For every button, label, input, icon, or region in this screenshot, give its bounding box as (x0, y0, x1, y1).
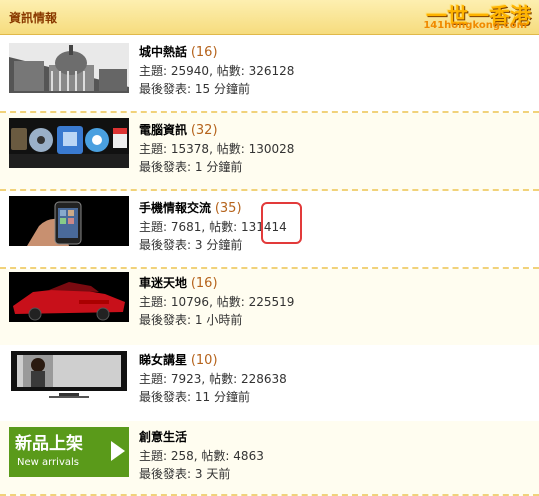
new-post-count: (10) (190, 353, 218, 368)
forum-thumbnail[interactable] (9, 349, 129, 399)
last-post-label: 最後發表: (139, 467, 192, 481)
topics-value: 7681 (170, 220, 202, 234)
last-post-time[interactable]: 1 小時前 (195, 313, 242, 327)
new-post-count: (16) (190, 45, 218, 60)
forum-info: 創意生活 主題: 258, 帖數: 4863 最後發表: 3 天前 (139, 430, 264, 481)
posts-value: 228638 (240, 372, 287, 386)
posts-label: 帖數: (216, 295, 245, 309)
new-arrivals-banner[interactable]: 新品上架 New arrivals (9, 427, 129, 477)
forum-thumbnail[interactable] (9, 118, 129, 168)
red-car-photo-icon (9, 272, 129, 322)
forum-row: 電腦資訊 (32) 主題: 15378, 帖數: 130028 最後發表: 1 … (0, 113, 539, 191)
logo-url: 141hongkong.com (423, 20, 527, 31)
forum-name-link[interactable]: 電腦資訊 (139, 123, 187, 137)
last-post-time[interactable]: 1 分鐘前 (195, 160, 242, 174)
topics-label: 主題: (139, 220, 168, 234)
forum-thumbnail[interactable] (9, 43, 129, 93)
posts-value: 225519 (248, 295, 295, 309)
last-post-time[interactable]: 3 分鐘前 (195, 238, 242, 252)
last-post-time[interactable]: 11 分鐘前 (195, 390, 250, 404)
site-logo[interactable]: 一世一香港 141hongkong.com (405, 2, 531, 32)
forum-row: 城中熱話 (16) 主題: 25940, 帖數: 326128 最後發表: 15… (0, 35, 539, 113)
forum-name-link[interactable]: 睇女講星 (139, 353, 187, 367)
forum-thumbnail[interactable] (9, 196, 129, 246)
last-post-label: 最後發表: (139, 313, 192, 327)
posts-label: 帖數: (201, 449, 230, 463)
posts-value: 4863 (233, 449, 264, 463)
forum-name-link[interactable]: 車迷天地 (139, 276, 187, 290)
posts-label: 帖數: (209, 372, 238, 386)
forum-thumbnail[interactable] (9, 272, 129, 322)
tv-photo-icon (9, 349, 129, 399)
forum-name-link[interactable]: 城中熱話 (139, 45, 187, 59)
last-post-label: 最後發表: (139, 238, 192, 252)
banner-subtitle: New arrivals (17, 457, 79, 468)
section-header: 資訊情報 一世一香港 141hongkong.com (0, 0, 539, 35)
last-post-time[interactable]: 15 分鐘前 (195, 82, 250, 96)
forum-name-link[interactable]: 手機情報交流 (139, 201, 211, 215)
forum-info: 車迷天地 (16) 主題: 10796, 帖數: 225519 最後發表: 1 … (139, 276, 295, 327)
forum-name-link[interactable]: 創意生活 (139, 430, 187, 444)
last-post-time[interactable]: 3 天前 (195, 467, 230, 481)
forum-info: 睇女講星 (10) 主題: 7923, 帖數: 228638 最後發表: 11 … (139, 353, 287, 404)
new-post-count: (16) (190, 276, 218, 291)
posts-value: 130028 (248, 142, 295, 156)
posts-label: 帖數: (209, 220, 238, 234)
topics-value: 7923 (170, 372, 202, 386)
last-post-label: 最後發表: (139, 390, 192, 404)
banner-title: 新品上架 (15, 434, 83, 454)
forum-info: 電腦資訊 (32) 主題: 15378, 帖數: 130028 最後發表: 1 … (139, 123, 295, 174)
topics-value: 258 (170, 449, 194, 463)
mac-dock-icon (9, 118, 129, 168)
forum-row: 新品上架 New arrivals 創意生活 主題: 258, 帖數: 4863… (0, 421, 539, 496)
forum-row: 手機情報交流 (35) 主題: 7681, 帖數: 131414 最後發表: 3… (0, 191, 539, 269)
topics-value: 25940 (170, 64, 210, 78)
topics-label: 主題: (139, 372, 168, 386)
forum-row: 車迷天地 (16) 主題: 10796, 帖數: 225519 最後發表: 1 … (0, 269, 539, 347)
highlight-circle (261, 202, 302, 244)
topics-label: 主題: (139, 449, 168, 463)
new-post-count: (32) (190, 123, 218, 138)
last-post-label: 最後發表: (139, 160, 192, 174)
posts-value: 326128 (248, 64, 295, 78)
topics-value: 10796 (170, 295, 210, 309)
topics-value: 15378 (170, 142, 210, 156)
posts-label: 帖數: (216, 142, 245, 156)
new-post-count: (35) (214, 201, 242, 216)
section-title[interactable]: 資訊情報 (9, 9, 57, 26)
building-photo-icon (9, 43, 129, 93)
phone-photo-icon (9, 196, 129, 246)
forum-row: 睇女講星 (10) 主題: 7923, 帖數: 228638 最後發表: 11 … (0, 345, 539, 423)
topics-label: 主題: (139, 64, 168, 78)
posts-label: 帖數: (216, 64, 245, 78)
topics-label: 主題: (139, 142, 168, 156)
topics-label: 主題: (139, 295, 168, 309)
arrow-icon (111, 441, 125, 461)
forum-info: 城中熱話 (16) 主題: 25940, 帖數: 326128 最後發表: 15… (139, 45, 295, 96)
last-post-label: 最後發表: (139, 82, 192, 96)
